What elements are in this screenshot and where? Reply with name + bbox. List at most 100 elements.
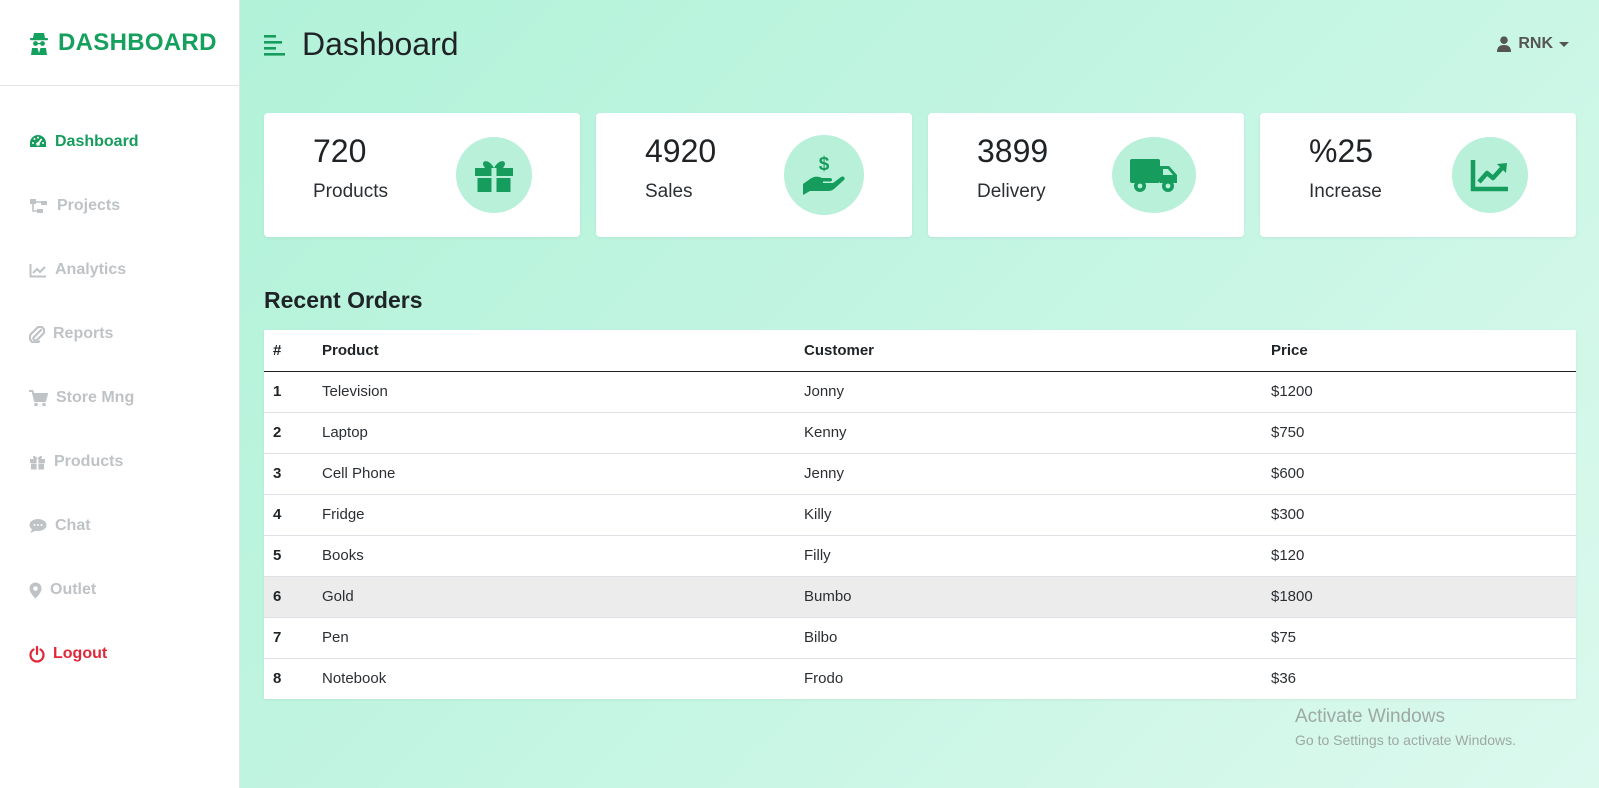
cell-index: 7 [264, 617, 313, 659]
sidebar-item-logout[interactable]: Logout [0, 622, 239, 686]
brand-title: DASHBOARD [58, 28, 217, 56]
cell-product: Notebook [322, 670, 387, 688]
menu-toggle-icon[interactable] [264, 34, 286, 56]
cell-price: $1800 [1262, 576, 1576, 618]
sidebar-item-chat[interactable]: Chat [0, 494, 239, 558]
sidebar-item-label: Reports [53, 325, 114, 342]
cell-customer: Filly [795, 535, 1262, 577]
table-header-row: # Product Customer Price [264, 330, 1576, 372]
stat-card-delivery: 3899 Delivery [928, 113, 1244, 237]
stat-value: %25 [1309, 133, 1374, 169]
user-name: RNK [1518, 35, 1553, 52]
cell-index: 6 [264, 576, 313, 618]
sidebar-item-label: Logout [53, 645, 108, 662]
sidebar-item-dashboard[interactable]: Dashboard [0, 110, 239, 174]
stat-icon-circle [1452, 137, 1528, 213]
sidebar-item-label: Projects [57, 197, 121, 214]
cell-customer: Jonny [795, 371, 1262, 413]
gift-icon [30, 455, 45, 470]
stat-card-sales: 4920 Sales $ [596, 113, 912, 237]
cell-price: $750 [1262, 412, 1576, 454]
user-icon [1497, 36, 1512, 52]
column-header-product[interactable]: Product [313, 330, 795, 372]
cell-customer: Frodo [804, 670, 844, 688]
sidebar: DASHBOARD Dashboard Projects Analytics R… [0, 0, 240, 788]
cell-index: 4 [264, 494, 313, 536]
gift-icon [475, 161, 513, 192]
sidebar-item-label: Outlet [50, 581, 97, 598]
stat-icon-circle [1112, 137, 1196, 213]
column-header-index[interactable]: # [264, 330, 313, 372]
sitemap-icon [30, 199, 47, 213]
table-row[interactable]: 4 Fridge Killy $300 [264, 494, 1576, 536]
cell-price: $300 [1262, 494, 1576, 536]
cell-price: $1200 [1262, 371, 1576, 413]
cell-customer: Jenny [795, 453, 1262, 495]
cell-product: Books [313, 535, 795, 577]
sidebar-item-label: Dashboard [55, 133, 139, 150]
stat-label: Sales [645, 181, 693, 202]
cell-product: Cell Phone [313, 453, 795, 495]
stat-value: 3899 [977, 133, 1049, 169]
stat-label: Products [313, 181, 388, 202]
cell-index: 8 [273, 670, 282, 688]
sidebar-item-store-mng[interactable]: Store Mng [0, 366, 239, 430]
topbar: Dashboard RNK [240, 0, 1599, 92]
cell-price: $36 [1271, 670, 1297, 688]
cell-index: 2 [264, 412, 313, 454]
sidebar-item-analytics[interactable]: Analytics [0, 238, 239, 302]
table-row[interactable]: 8 Notebook Frodo $36 [264, 658, 1576, 699]
stat-icon-circle: $ [784, 135, 864, 215]
watermark-subtitle: Go to Settings to activate Windows. [1295, 732, 1516, 748]
stat-value: 720 [313, 133, 367, 169]
cell-customer: Bumbo [795, 576, 1262, 618]
chat-bubble-icon [29, 519, 47, 533]
sidebar-item-projects[interactable]: Projects [0, 174, 239, 238]
gauge-icon [30, 135, 46, 147]
cell-index: 3 [264, 453, 313, 495]
power-icon [29, 645, 45, 663]
watermark-title: Activate Windows [1295, 706, 1445, 727]
map-pin-icon [29, 582, 42, 598]
user-menu[interactable]: RNK [1497, 35, 1569, 53]
hand-dollar-icon: $ [803, 154, 845, 195]
chart-up-icon [1470, 160, 1508, 192]
stat-label: Delivery [977, 181, 1046, 202]
sidebar-item-outlet[interactable]: Outlet [0, 558, 239, 622]
activate-windows-watermark: Activate Windows Go to Settings to activ… [1295, 706, 1516, 748]
cart-icon [29, 389, 48, 406]
table-row[interactable]: 5 Books Filly $120 [264, 535, 1576, 577]
table-row[interactable]: 2 Laptop Kenny $750 [264, 412, 1576, 454]
table-row[interactable]: 6 Gold Bumbo $1800 [264, 576, 1576, 618]
sidebar-nav: Dashboard Projects Analytics Reports Sto… [0, 86, 239, 686]
sidebar-item-label: Chat [55, 517, 91, 534]
brand[interactable]: DASHBOARD [0, 0, 239, 86]
column-header-price[interactable]: Price [1262, 330, 1576, 372]
cell-customer: Bilbo [795, 617, 1262, 659]
cell-product: Gold [313, 576, 795, 618]
cell-product: Television [313, 371, 795, 413]
cell-product: Pen [313, 617, 795, 659]
chart-line-icon [29, 263, 46, 277]
stat-icon-circle [456, 137, 532, 213]
spy-icon [30, 32, 48, 55]
cell-price: $600 [1262, 453, 1576, 495]
sidebar-item-label: Store Mng [56, 389, 135, 406]
recent-orders-table: # Product Customer Price 1 Television Jo… [264, 330, 1576, 699]
sidebar-item-reports[interactable]: Reports [0, 302, 239, 366]
cell-product: Laptop [313, 412, 795, 454]
stats-cards: 720 Products 4920 Sales $ 3899 Delivery … [264, 113, 1576, 237]
sidebar-item-products[interactable]: Products [0, 430, 239, 494]
page-title: Dashboard [302, 26, 459, 62]
cell-customer: Killy [795, 494, 1262, 536]
recent-orders-title: Recent Orders [264, 287, 423, 313]
table-row[interactable]: 1 Television Jonny $1200 [264, 371, 1576, 413]
table-row[interactable]: 7 Pen Bilbo $75 [264, 617, 1576, 659]
main-content: Dashboard RNK 720 Products 4920 Sales $ … [240, 0, 1599, 788]
truck-icon [1130, 159, 1177, 192]
table-row[interactable]: 3 Cell Phone Jenny $600 [264, 453, 1576, 495]
column-header-customer[interactable]: Customer [795, 330, 1262, 372]
stat-label: Increase [1309, 181, 1382, 202]
paperclip-icon [29, 325, 45, 343]
sidebar-item-label: Analytics [55, 261, 127, 278]
